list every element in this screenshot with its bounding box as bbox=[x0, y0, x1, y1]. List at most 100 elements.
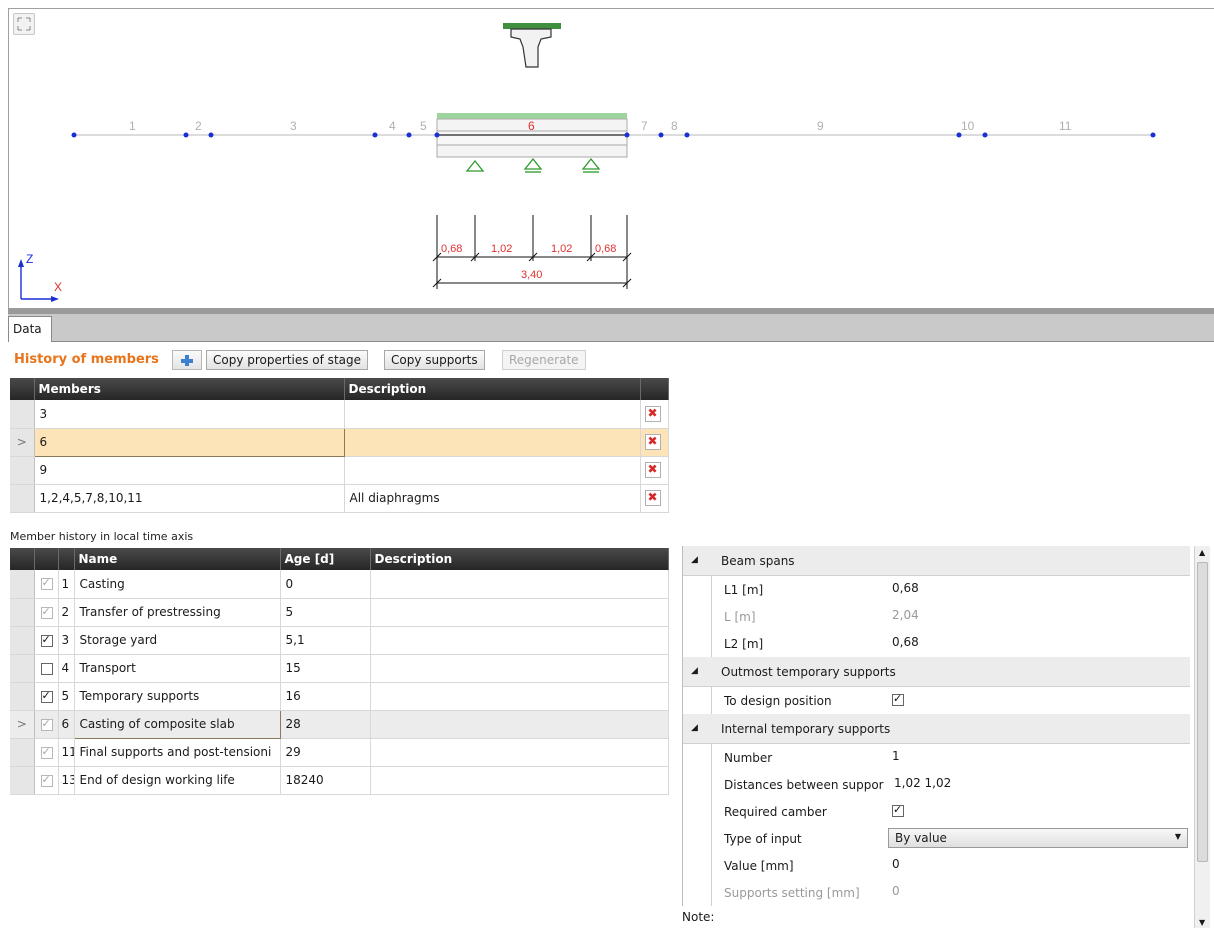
stage-description-cell[interactable] bbox=[370, 570, 669, 599]
prop-supports-setting: Supports setting [mm] 0 bbox=[711, 879, 1190, 906]
stage-checkbox[interactable] bbox=[40, 633, 53, 647]
stage-age-cell[interactable]: 15 bbox=[280, 654, 371, 683]
age-column-header[interactable]: Age [d] bbox=[280, 548, 371, 570]
stage-checkbox bbox=[40, 605, 53, 619]
stage-name-cell[interactable]: Temporary supports bbox=[74, 682, 281, 711]
row-selector[interactable] bbox=[10, 400, 35, 429]
section-title: History of members bbox=[14, 352, 159, 367]
row-selector[interactable] bbox=[10, 456, 35, 485]
row-selector[interactable] bbox=[10, 570, 35, 599]
collapse-triangle-icon[interactable]: ◢ bbox=[691, 723, 698, 733]
stage-description-cell[interactable] bbox=[370, 626, 669, 655]
collapse-triangle-icon[interactable]: ◢ bbox=[691, 555, 698, 565]
members-cell[interactable]: 3 bbox=[34, 400, 345, 429]
table-row[interactable]: 9 bbox=[10, 456, 669, 485]
stage-description-cell[interactable] bbox=[370, 682, 669, 711]
stage-description-cell[interactable] bbox=[370, 710, 669, 739]
table-row[interactable]: > 6 bbox=[10, 427, 669, 457]
row-selector[interactable] bbox=[10, 682, 35, 711]
row-selector[interactable]: > bbox=[10, 710, 35, 739]
stage-name-cell[interactable]: Storage yard bbox=[74, 626, 281, 655]
stage-name-cell[interactable]: Casting of composite slab bbox=[73, 709, 281, 739]
history-row[interactable]: 5Temporary supports16 bbox=[10, 682, 669, 711]
tab-data[interactable]: Data bbox=[8, 316, 52, 342]
camber-checkbox[interactable] bbox=[892, 803, 904, 817]
input-type-select[interactable]: By value ▼ bbox=[888, 828, 1188, 848]
design-position-checkbox[interactable] bbox=[892, 692, 904, 706]
member-label-10: 10 bbox=[961, 119, 975, 133]
group-internal-supports[interactable]: ◢ Internal temporary supports bbox=[683, 714, 1190, 744]
member-label-7: 7 bbox=[641, 119, 648, 133]
delete-row-icon[interactable] bbox=[644, 434, 661, 450]
description-cell[interactable] bbox=[344, 400, 641, 429]
stage-checkbox[interactable] bbox=[40, 662, 53, 675]
stage-name-cell[interactable]: Transport bbox=[74, 654, 281, 683]
stage-description-cell[interactable] bbox=[370, 598, 669, 627]
scroll-thumb[interactable] bbox=[1197, 562, 1208, 862]
history-row[interactable]: 4 Transport 15 bbox=[10, 654, 669, 683]
stage-age-cell[interactable]: 16 bbox=[280, 682, 371, 711]
history-row[interactable]: 3Storage yard5,1 bbox=[10, 626, 669, 655]
row-selector[interactable] bbox=[10, 484, 35, 513]
row-selector-current[interactable]: > bbox=[10, 428, 35, 457]
stage-age-cell[interactable]: 29 bbox=[280, 738, 371, 767]
history-row[interactable]: 1Casting0 bbox=[10, 570, 669, 599]
row-selector[interactable] bbox=[10, 654, 35, 683]
stage-age-cell[interactable]: 28 bbox=[280, 710, 371, 739]
description-column-header[interactable]: Description bbox=[344, 378, 641, 400]
history-row[interactable]: 13End of design working life18240 bbox=[10, 766, 669, 795]
stage-name-cell[interactable]: End of design working life bbox=[74, 766, 281, 795]
delete-row-icon[interactable] bbox=[644, 490, 661, 506]
description-cell[interactable] bbox=[344, 428, 641, 457]
regenerate-button[interactable]: Regenerate bbox=[502, 350, 586, 370]
chevron-down-icon: ▼ bbox=[1174, 832, 1181, 841]
description-cell[interactable]: All diaphragms bbox=[344, 484, 641, 513]
stage-age-cell[interactable]: 0 bbox=[280, 570, 371, 599]
members-cell[interactable]: 6 bbox=[33, 427, 345, 457]
properties-scrollbar[interactable]: ▲ ▼ bbox=[1194, 546, 1210, 928]
stage-description-cell[interactable] bbox=[370, 766, 669, 795]
stage-age-cell[interactable]: 5,1 bbox=[280, 626, 371, 655]
stage-name-cell[interactable]: Casting bbox=[74, 570, 281, 599]
row-selector[interactable] bbox=[10, 598, 35, 627]
group-outmost-supports[interactable]: ◢ Outmost temporary supports bbox=[683, 657, 1190, 687]
properties-panel: ◢ Beam spans L1 [m] 0,68 L [m] 2,04 L2 [m]… bbox=[682, 546, 1190, 906]
stage-age-cell[interactable]: 5 bbox=[280, 598, 371, 627]
row-selector[interactable] bbox=[10, 626, 35, 655]
row-selector[interactable] bbox=[10, 738, 35, 767]
stage-name-cell[interactable]: Transfer of prestressing bbox=[74, 598, 281, 627]
table-row[interactable]: 3 bbox=[10, 400, 669, 429]
stage-checkbox bbox=[40, 576, 53, 591]
member-label-3: 3 bbox=[290, 119, 297, 133]
members-cell[interactable]: 9 bbox=[34, 456, 345, 485]
dim-0-68-right: 0,68 bbox=[595, 243, 616, 255]
model-viewport[interactable]: 1 2 3 4 5 6 7 8 9 10 11 0,68 1,02 1,02 0… bbox=[8, 8, 1214, 308]
group-beam-spans[interactable]: ◢ Beam spans bbox=[683, 546, 1190, 576]
add-member-button[interactable] bbox=[172, 350, 202, 370]
history-row[interactable]: >6Casting of composite slab28 bbox=[10, 709, 669, 739]
scroll-down-icon[interactable]: ▼ bbox=[1199, 918, 1205, 927]
collapse-triangle-icon[interactable]: ◢ bbox=[691, 666, 698, 676]
members-cell[interactable]: 1,2,4,5,7,8,10,11 bbox=[34, 484, 345, 513]
description-cell[interactable] bbox=[344, 456, 641, 485]
row-selector[interactable] bbox=[10, 766, 35, 795]
history-row[interactable]: 2Transfer of prestressing5 bbox=[10, 598, 669, 627]
stage-checkbox[interactable] bbox=[40, 689, 53, 703]
history-row[interactable]: 11Final supports and post-tensioni29 bbox=[10, 738, 669, 767]
stage-name-cell[interactable]: Final supports and post-tensioni bbox=[74, 738, 281, 767]
delete-row-icon[interactable] bbox=[644, 462, 661, 478]
stage-description-cell[interactable] bbox=[370, 738, 669, 767]
bridge-drawing: 1 2 3 4 5 6 7 8 9 10 11 0,68 1,02 1,02 0… bbox=[18, 23, 1156, 302]
stage-description-cell[interactable] bbox=[370, 654, 669, 683]
members-column-header[interactable]: Members bbox=[34, 378, 345, 400]
name-column-header[interactable]: Name bbox=[74, 548, 281, 570]
copy-supports-button[interactable]: Copy supports bbox=[384, 350, 485, 370]
stage-age-cell[interactable]: 18240 bbox=[280, 766, 371, 795]
dim-3-40: 3,40 bbox=[521, 269, 542, 281]
delete-row-icon[interactable] bbox=[644, 405, 661, 422]
members-table: Members Description 3 > 6 9 1,2,4,5,7,8,… bbox=[10, 378, 669, 513]
history-description-column-header[interactable]: Description bbox=[370, 548, 669, 570]
copy-stage-properties-button[interactable]: Copy properties of stage bbox=[206, 350, 368, 370]
scroll-up-icon[interactable]: ▲ bbox=[1199, 548, 1205, 557]
table-row[interactable]: 1,2,4,5,7,8,10,11 All diaphragms bbox=[10, 484, 669, 513]
